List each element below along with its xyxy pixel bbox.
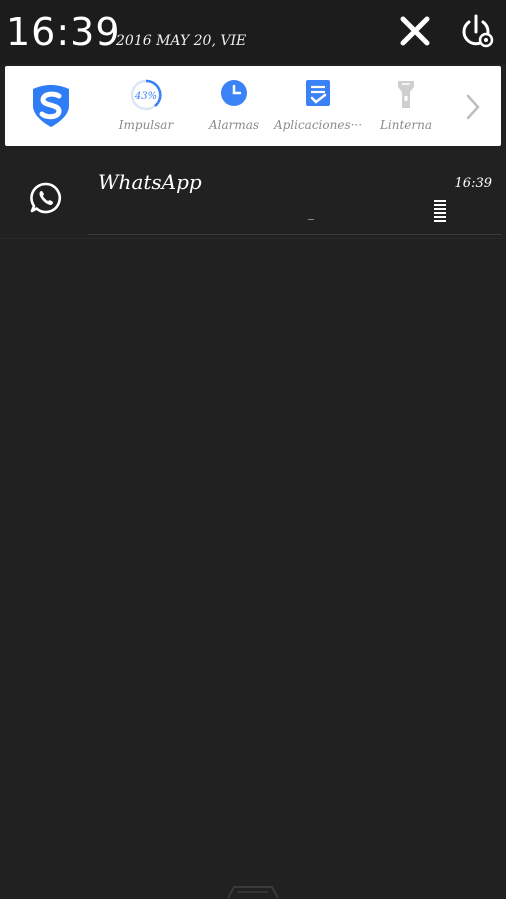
clock: 16:39 (6, 10, 121, 54)
tool-label: Linterna (379, 118, 433, 132)
chevron-right-icon[interactable] (463, 92, 483, 122)
status-bar: 16:39 2016 MAY 20, VIE (0, 0, 506, 64)
tool-alarmas[interactable]: Alarmas (189, 66, 279, 146)
tool-impulsar[interactable]: 43% Impulsar (101, 66, 191, 146)
power-settings-icon[interactable] (456, 12, 496, 52)
notification-preview-line (308, 219, 314, 220)
drag-handle[interactable] (224, 884, 282, 899)
tool-label: Impulsar (118, 118, 174, 132)
tool-label: Aplicaciones··· (273, 118, 363, 132)
whatsapp-notification[interactable]: WhatsApp 16:39 (0, 158, 506, 239)
boost-percent: 43% (134, 91, 157, 102)
quick-tools-panel: 43% Impulsar Alarmas Aplicaciones··· Lin… (5, 66, 501, 146)
tool-aplicaciones[interactable]: Aplicaciones··· (273, 66, 363, 146)
tool-linterna[interactable]: Linterna (361, 66, 451, 146)
notification-time: 16:39 (454, 176, 492, 191)
clock-icon (221, 80, 247, 106)
message-stack-icon (434, 200, 446, 222)
whatsapp-icon (30, 182, 62, 214)
tool-label: Alarmas (208, 118, 260, 132)
checklist-icon (306, 80, 330, 106)
date-label: 2016 MAY 20, VIE (116, 33, 247, 49)
notification-title: WhatsApp (98, 170, 202, 194)
boost-progress-icon: 43% (130, 79, 162, 111)
security-shield-logo-icon[interactable] (27, 82, 75, 130)
notification-divider (88, 234, 502, 235)
flashlight-icon (398, 81, 414, 108)
close-icon[interactable] (398, 14, 432, 48)
list-divider (0, 238, 506, 239)
